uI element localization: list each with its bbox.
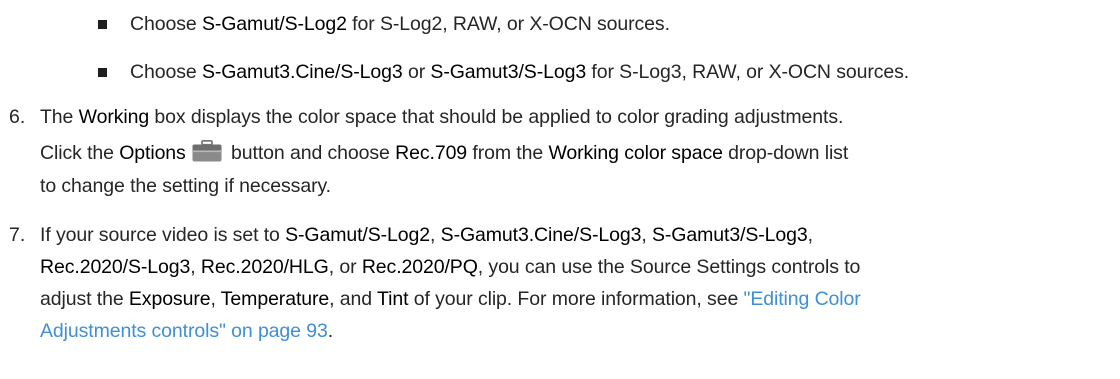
text: . [327, 320, 334, 342]
text: drop-down list [722, 142, 849, 164]
text: , [210, 288, 221, 310]
step-text: Adjustments controls" on page 93. [40, 319, 333, 343]
step-text: to change the setting if necessary. [40, 174, 331, 198]
bullet-item: Choose S-Gamut3.Cine/S-Log3 or S-Gamut3/… [130, 60, 909, 84]
step-number: 7. [9, 224, 26, 246]
text: If your source video is set to [40, 224, 286, 246]
ui-term: Exposure [128, 288, 211, 310]
text: Choose [130, 13, 202, 35]
text: , and [329, 288, 377, 310]
ui-term: Rec.2020/S-Log3 [40, 256, 191, 278]
ui-term: S-Gamut3/S-Log3 [652, 224, 808, 246]
ui-term: Rec.709 [395, 142, 468, 164]
step-text: Click the Options button and choose Rec.… [40, 139, 849, 168]
text: for S-Log3, RAW, or X-OCN sources. [586, 61, 910, 83]
bullet-item: Choose S-Gamut/S-Log2 for S-Log2, RAW, o… [130, 12, 670, 36]
ui-term: Working [78, 106, 150, 128]
cross-reference-link[interactable]: Adjustments controls" on page 93 [40, 320, 328, 342]
text: Choose [130, 61, 202, 83]
step-number: 6. [9, 106, 26, 128]
text: , [807, 224, 813, 246]
step-text: Rec.2020/S-Log3, Rec.2020/HLG, or Rec.20… [40, 255, 860, 279]
ui-term: S-Gamut3.Cine/S-Log3 [201, 61, 403, 83]
text: , [641, 224, 652, 246]
text: , [190, 256, 201, 278]
cross-reference-link[interactable]: "Editing Color [744, 288, 861, 310]
ui-term: S-Gamut3.Cine/S-Log3 [440, 224, 642, 246]
ui-term: S-Gamut/S-Log2 [285, 224, 431, 246]
ui-term: Working color space [548, 142, 723, 164]
ui-term: S-Gamut3/S-Log3 [430, 61, 587, 83]
toolbox-icon [191, 139, 222, 168]
text: , or [328, 256, 362, 278]
text: , you can use the Source Settings contro… [477, 256, 861, 278]
bullet-marker [98, 20, 107, 29]
ui-term: Rec.2020/HLG [200, 256, 329, 278]
step-text: adjust the Exposure, Temperature, and Ti… [40, 287, 861, 311]
text: Click the [40, 142, 120, 164]
step-text: The Working box displays the color space… [40, 105, 843, 129]
text: for S-Log2, RAW, or X-OCN sources. [346, 13, 670, 35]
ui-term: S-Gamut/S-Log2 [201, 13, 347, 35]
ui-term: Options [119, 142, 186, 164]
ui-term: Temperature [220, 288, 330, 310]
bullet-marker [98, 68, 107, 77]
ui-term: Tint [377, 288, 409, 310]
text: of your clip. For more information, see [408, 288, 744, 310]
text: The [40, 106, 79, 128]
text: box displays the color space that should… [149, 106, 844, 128]
ui-term: Rec.2020/PQ [361, 256, 478, 278]
text: , [430, 224, 441, 246]
text: adjust the [40, 288, 129, 310]
text: to change the setting if necessary. [40, 175, 331, 197]
text: or [402, 61, 431, 83]
text: button and choose [225, 142, 396, 164]
step-text: If your source video is set to S-Gamut/S… [40, 223, 813, 247]
text: from the [467, 142, 549, 164]
